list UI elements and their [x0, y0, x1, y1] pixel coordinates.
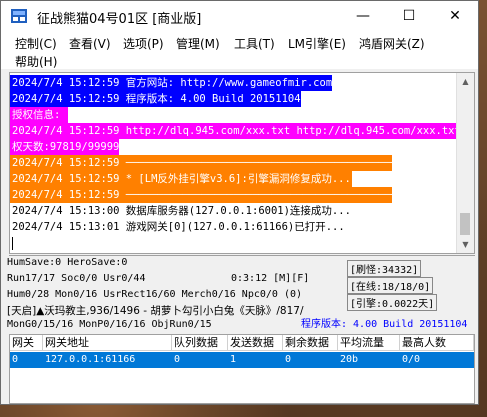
log-line: 2024/7/4 15:12:59 http://dlq.945.com/xxx… — [10, 123, 475, 139]
close-icon: ✕ — [449, 8, 461, 24]
menu-view[interactable]: 查看(V) — [69, 35, 111, 52]
table-cell: 0 — [12, 354, 19, 365]
column-header[interactable]: 网关 — [10, 335, 43, 351]
log-panel[interactable]: 2024/7/4 15:12:59 官方网站: http://www.gameo… — [9, 72, 475, 254]
table-cell: 0 — [174, 354, 181, 365]
column-header[interactable]: 队列数据 — [172, 335, 228, 351]
maximize-icon: ☐ — [402, 8, 416, 24]
table-cell: 127.0.0.1:61166 — [45, 354, 136, 365]
menu-hongdun-gateway[interactable]: 鸿盾网关(Z) — [359, 35, 425, 52]
log-line: 2024/7/4 15:13:00 数据库服务器(127.0.0.1:6001)… — [12, 205, 351, 217]
title-bar[interactable]: 征战熊猫04号01区 [商业版] — ☐ ✕ — [1, 1, 478, 31]
menu-manage[interactable]: 管理(M) — [176, 35, 220, 52]
table-cell: 0/0 — [402, 354, 421, 365]
log-line: 2024/7/4 15:12:59 程序版本: 4.00 Build 20151… — [10, 91, 301, 107]
status-hum: Hum0/28 Mon0/16 UsrRect16/60 Merch0/16 N… — [7, 289, 303, 300]
menu-control[interactable]: 控制(C) — [15, 35, 57, 52]
status-save: HumSave:0 HeroSave:0 — [7, 257, 128, 268]
column-header[interactable]: 剩余数据 — [283, 335, 338, 351]
minimize-button[interactable]: — — [340, 1, 386, 31]
log-line: 授权信息: — [10, 107, 68, 123]
maximize-button[interactable]: ☐ — [386, 1, 432, 31]
engine-badge: [引擎:0.0022天] — [347, 294, 438, 311]
status-monster: [天启]▲沃玛教主,936/1496 - 胡萝卜勾引小白兔《天脉》/817/ — [7, 305, 304, 317]
menu-tools[interactable]: 工具(T) — [234, 35, 275, 52]
log-line: 2024/7/4 15:12:59 ──────────────────────… — [10, 155, 392, 171]
table-cell: 0 — [285, 354, 292, 365]
online-badge: [在线:18/18/0] — [347, 277, 434, 294]
close-button[interactable]: ✕ — [432, 1, 478, 31]
gateway-table[interactable]: 网关 网关地址 队列数据 发送数据 剩余数据 平均流量 最高人数 0 127.0… — [9, 334, 475, 404]
log-line: 2024/7/4 15:12:59 官方网站: http://www.gameo… — [10, 75, 333, 91]
scroll-up-icon[interactable]: ▲ — [457, 73, 474, 90]
status-run: Run17/17 Soc0/0 Usr0/44 — [7, 273, 146, 284]
log-line: 2024/7/4 15:12:59 * [LM反外挂引擎v3.6]:引擎漏洞修复… — [10, 171, 352, 187]
app-icon — [11, 9, 27, 23]
menu-help[interactable]: 帮助(H) — [15, 53, 57, 70]
scroll-thumb[interactable] — [460, 213, 470, 235]
log-line: 权天数:97819/99999 — [10, 139, 120, 155]
column-header[interactable]: 发送数据 — [228, 335, 283, 351]
menu-bar: 控制(C) 查看(V) 选项(P) 管理(M) 工具(T) LM引擎(E) 鸿盾… — [1, 31, 478, 69]
status-time: 0:3:12 [M][F] — [231, 273, 310, 284]
refresh-monster-badge: [刷怪:34332] — [347, 260, 422, 277]
table-cell: 20b — [340, 354, 359, 365]
table-cell: 1 — [230, 354, 237, 365]
text-cursor — [12, 237, 13, 250]
window-title: 征战熊猫04号01区 [商业版] — [37, 12, 202, 27]
menu-lm-engine[interactable]: LM引擎(E) — [288, 35, 346, 52]
log-scrollbar[interactable]: ▲ ▼ — [456, 73, 474, 253]
log-line: 2024/7/4 15:13:01 游戏网关[0](127.0.0.1:6116… — [12, 221, 345, 233]
log-line: 2024/7/4 15:12:59 ──────────────────────… — [10, 187, 392, 203]
app-window: 征战熊猫04号01区 [商业版] — ☐ ✕ 控制(C) 查看(V) 选项(P)… — [0, 0, 479, 405]
scroll-down-icon[interactable]: ▼ — [457, 236, 474, 253]
column-header[interactable]: 平均流量 — [338, 335, 400, 351]
column-header[interactable]: 最高人数 — [400, 335, 474, 351]
column-header[interactable]: 网关地址 — [43, 335, 172, 351]
version-label: 程序版本: 4.00 Build 20151104 — [301, 319, 468, 330]
status-mong: MonG0/15/16 MonP0/16/16 ObjRun0/15 — [7, 319, 212, 330]
minimize-icon: — — [356, 8, 370, 24]
menu-options[interactable]: 选项(P) — [123, 35, 164, 52]
divider — [9, 255, 475, 256]
